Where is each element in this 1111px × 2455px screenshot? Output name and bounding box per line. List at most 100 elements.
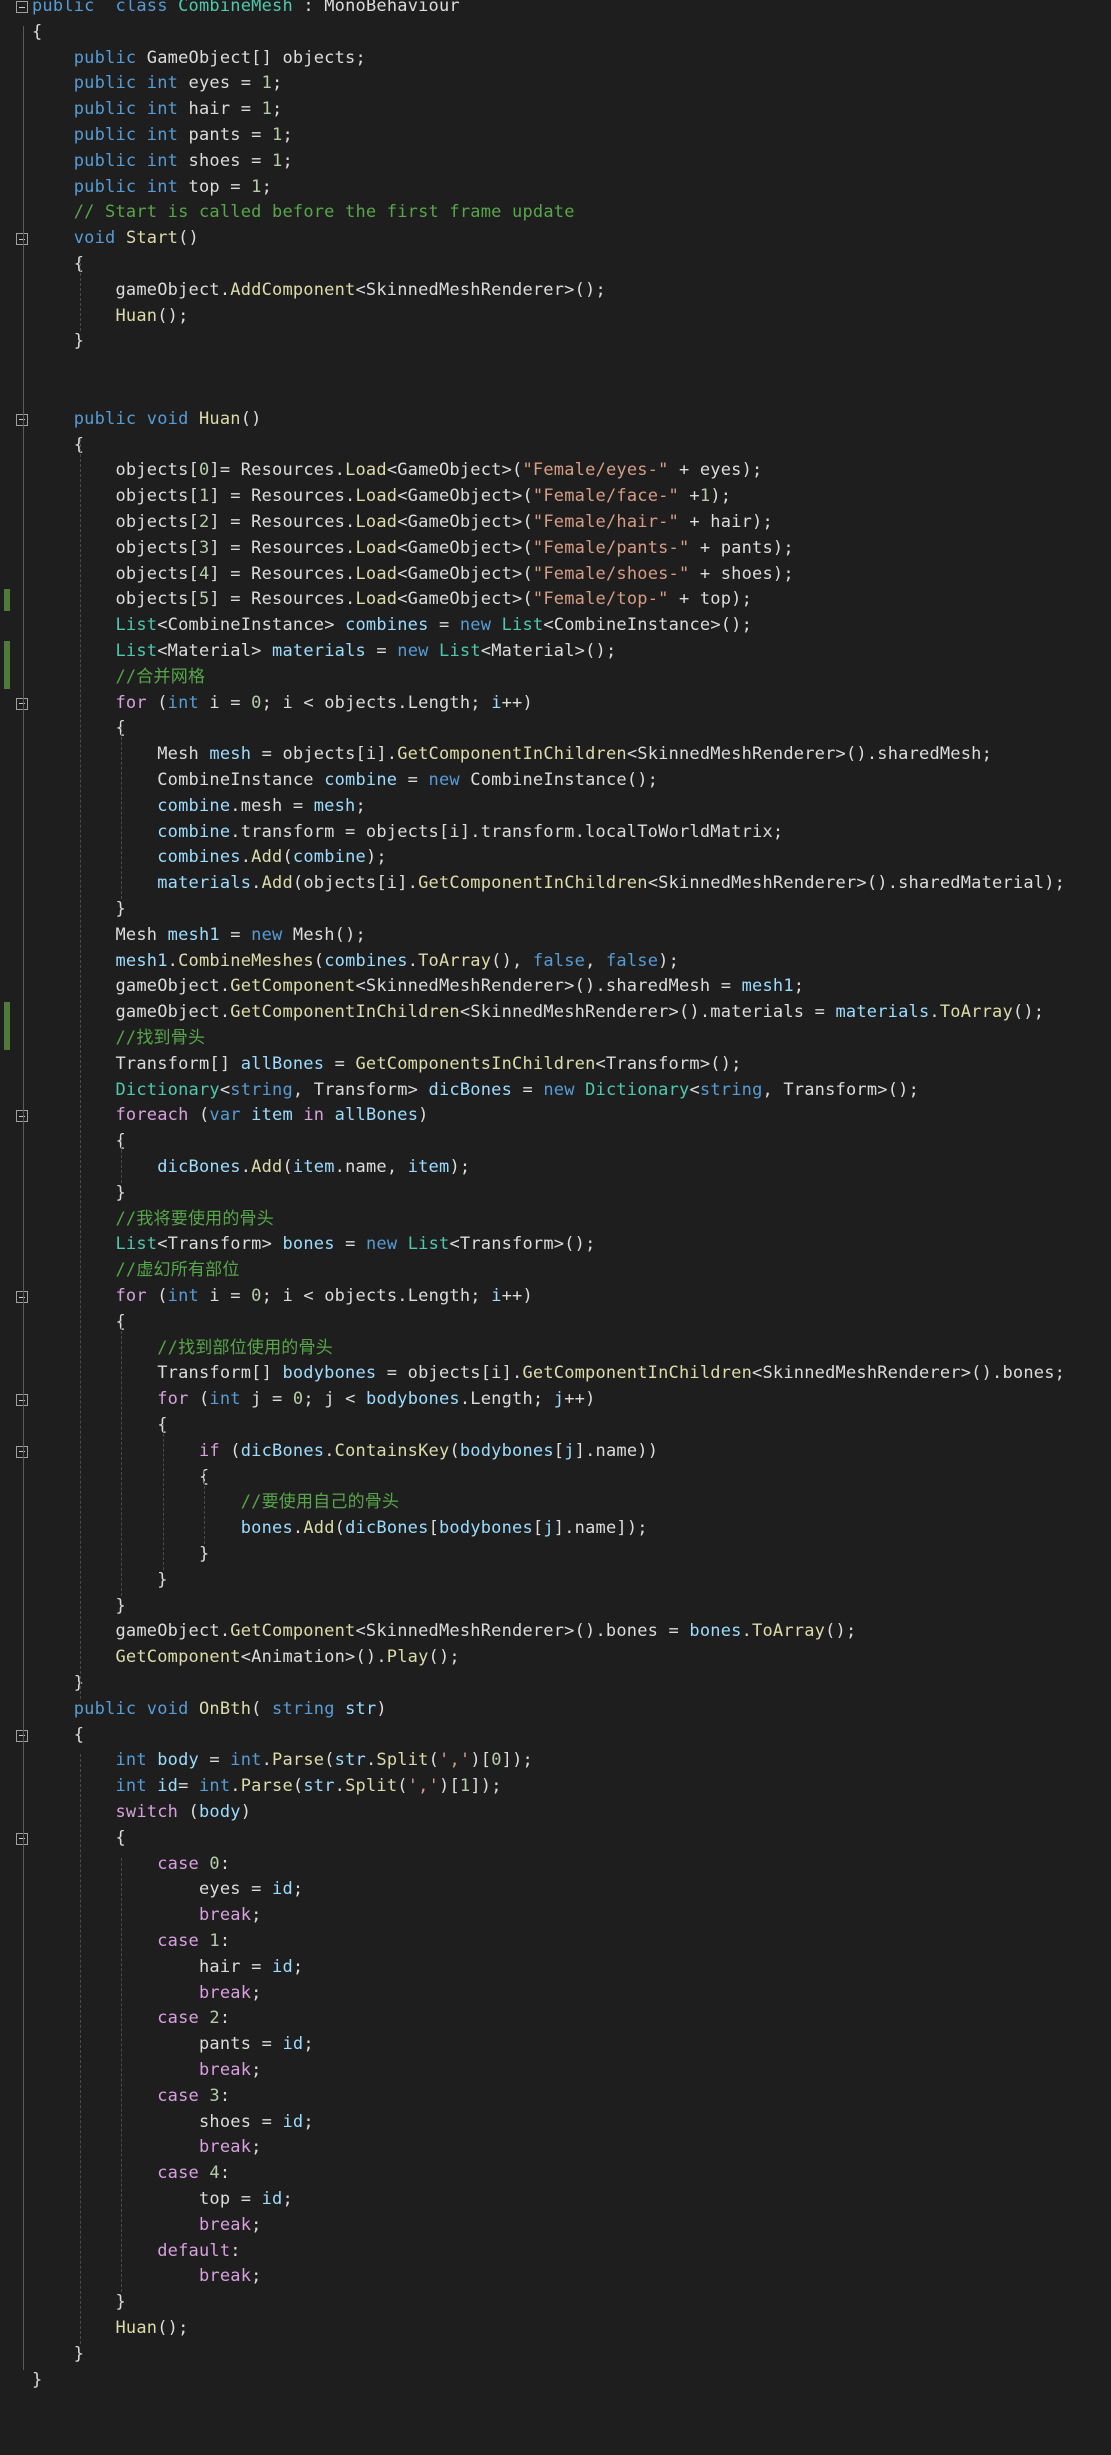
code-line[interactable]: //合并网格	[32, 665, 205, 691]
collapse-icon[interactable]	[16, 697, 28, 710]
code-line[interactable]: materials.Add(objects[i].GetComponentInC…	[32, 871, 1065, 897]
code-line[interactable]: public class CombineMesh : MonoBehaviour	[32, 0, 460, 20]
code-line[interactable]: Mesh mesh1 = new Mesh();	[32, 923, 366, 949]
code-line[interactable]: top = id;	[32, 2187, 293, 2213]
code-line[interactable]: objects[0]= Resources.Load<GameObject>("…	[32, 458, 762, 484]
code-line[interactable]: combines.Add(combine);	[32, 845, 387, 871]
code-line[interactable]: public int shoes = 1;	[32, 149, 293, 175]
code-line[interactable]: break;	[32, 2058, 262, 2084]
code-line[interactable]: dicBones.Add(item.name, item);	[32, 1155, 470, 1181]
code-line[interactable]: CombineInstance combine = new CombineIns…	[32, 768, 658, 794]
collapse-icon[interactable]	[16, 1445, 28, 1458]
code-line[interactable]: break;	[32, 1981, 262, 2007]
code-line[interactable]: mesh1.CombineMeshes(combines.ToArray(), …	[32, 949, 679, 975]
collapse-icon[interactable]	[16, 1394, 28, 1407]
collapse-icon[interactable]	[16, 413, 28, 426]
code-line[interactable]: int id= int.Parse(str.Split(',')[1]);	[32, 1774, 502, 1800]
variable-token: str	[334, 1750, 366, 1771]
code-line[interactable]: objects[3] = Resources.Load<GameObject>(…	[32, 536, 794, 562]
collapse-icon[interactable]	[16, 1832, 28, 1845]
code-line[interactable]: //要使用自己的骨头	[32, 1490, 399, 1516]
code-line[interactable]: void Start()	[32, 226, 199, 252]
code-line[interactable]: Transform[] bodybones = objects[i].GetCo…	[32, 1361, 1065, 1387]
collapse-icon[interactable]	[16, 233, 28, 246]
code-line[interactable]: public int top = 1;	[32, 175, 272, 201]
code-line[interactable]: int body = int.Parse(str.Split(',')[0]);	[32, 1748, 533, 1774]
indent-guide	[121, 1315, 123, 1596]
code-line[interactable]: //我将要使用的骨头	[32, 1207, 274, 1233]
code-line[interactable]: foreach (var item in allBones)	[32, 1103, 429, 1129]
code-line[interactable]: bones.Add(dicBones[bodybones[j].name]);	[32, 1516, 648, 1542]
code-line[interactable]: shoes = id;	[32, 2110, 314, 2136]
code-line[interactable]: {	[32, 252, 84, 278]
code-line[interactable]: }	[32, 2342, 84, 2368]
code-line[interactable]: eyes = id;	[32, 1877, 303, 1903]
code-line[interactable]: Huan();	[32, 2316, 189, 2342]
code-line[interactable]: List<Transform> bones = new List<Transfo…	[32, 1232, 596, 1258]
code-line[interactable]: break;	[32, 2135, 262, 2161]
code-line[interactable]: public void Huan()	[32, 407, 262, 433]
code-line[interactable]: }	[32, 1568, 168, 1594]
code-line[interactable]: }	[32, 1671, 84, 1697]
code-line[interactable]: hair = id;	[32, 1955, 303, 1981]
collapse-icon[interactable]	[16, 1110, 28, 1123]
code-line[interactable]: List<CombineInstance> combines = new Lis…	[32, 613, 752, 639]
code-line[interactable]: case 0:	[32, 1852, 230, 1878]
code-line[interactable]: gameObject.GetComponent<SkinnedMeshRende…	[32, 974, 804, 1000]
code-line[interactable]: combine.mesh = mesh;	[32, 794, 366, 820]
code-line[interactable]: break;	[32, 2264, 262, 2290]
code-line[interactable]: switch (body)	[32, 1800, 251, 1826]
code-line[interactable]: objects[1] = Resources.Load<GameObject>(…	[32, 484, 731, 510]
code-token: =	[365, 641, 398, 661]
code-line[interactable]: {	[32, 1413, 168, 1439]
code-line[interactable]: objects[2] = Resources.Load<GameObject>(…	[32, 510, 773, 536]
code-line[interactable]: {	[32, 1723, 84, 1749]
code-line[interactable]: break;	[32, 1903, 262, 1929]
code-line[interactable]: for (int i = 0; i < objects.Length; i++)	[32, 691, 533, 717]
code-line[interactable]: gameObject.GetComponent<SkinnedMeshRende…	[32, 1619, 856, 1645]
code-line[interactable]: // Start is called before the first fram…	[32, 200, 575, 226]
code-line[interactable]: public int eyes = 1;	[32, 71, 283, 97]
code-line[interactable]: GetComponent<Animation>().Play();	[32, 1645, 460, 1671]
code-line[interactable]: List<Material> materials = new List<Mate…	[32, 639, 616, 665]
variable-token: bodybones	[282, 1363, 377, 1384]
code-line[interactable]: if (dicBones.ContainsKey(bodybones[j].na…	[32, 1439, 658, 1465]
code-line[interactable]: case 4:	[32, 2161, 230, 2187]
string-token: "Female/hair-"	[532, 512, 679, 532]
code-line[interactable]: case 1:	[32, 1929, 230, 1955]
code-line[interactable]: for (int i = 0; i < objects.Length; i++)	[32, 1284, 533, 1310]
code-line[interactable]: Dictionary<string, Transform> dicBones =…	[32, 1078, 919, 1104]
collapse-icon[interactable]	[16, 1729, 28, 1742]
code-editor[interactable]: public class CombineMesh : MonoBehaviour…	[0, 0, 1111, 2455]
code-token: ++)	[564, 1389, 596, 1410]
code-line[interactable]: //找到骨头	[32, 1026, 205, 1052]
code-line[interactable]: objects[5] = Resources.Load<GameObject>(…	[32, 587, 752, 613]
code-line[interactable]: break;	[32, 2213, 262, 2239]
code-line[interactable]: combine.transform = objects[i].transform…	[32, 820, 783, 846]
code-line[interactable]: public void OnBth( string str)	[32, 1697, 387, 1723]
code-line[interactable]: Mesh mesh = objects[i].GetComponentInChi…	[32, 742, 992, 768]
code-line[interactable]: default:	[32, 2239, 241, 2265]
code-line[interactable]: //找到部位使用的骨头	[32, 1336, 333, 1362]
code-line[interactable]: }	[32, 2368, 42, 2394]
code-line[interactable]: Transform[] allBones = GetComponentsInCh…	[32, 1052, 742, 1078]
code-line[interactable]: {	[32, 433, 84, 459]
control-keyword-token: break	[198, 1905, 252, 1926]
code-line[interactable]: pants = id;	[32, 2032, 314, 2058]
code-line[interactable]: public int hair = 1;	[32, 97, 283, 123]
code-line[interactable]: case 3:	[32, 2084, 230, 2110]
collapse-icon[interactable]	[16, 1291, 28, 1303]
collapse-icon[interactable]	[16, 1, 28, 13]
code-line[interactable]: for (int j = 0; j < bodybones.Length; j+…	[32, 1387, 596, 1413]
code-line[interactable]: case 2:	[32, 2006, 230, 2032]
code-line[interactable]: objects[4] = Resources.Load<GameObject>(…	[32, 562, 794, 588]
code-line[interactable]: public GameObject[] objects;	[32, 46, 366, 72]
code-line[interactable]: Huan();	[32, 304, 189, 330]
code-line[interactable]: {	[32, 20, 42, 46]
code-line[interactable]: gameObject.AddComponent<SkinnedMeshRende…	[32, 278, 606, 304]
code-line[interactable]: gameObject.GetComponentInChildren<Skinne…	[32, 1000, 1044, 1026]
code-line[interactable]: //虚幻所有部位	[32, 1258, 240, 1284]
code-line[interactable]: public int pants = 1;	[32, 123, 293, 149]
code-line[interactable]: }	[32, 329, 84, 355]
